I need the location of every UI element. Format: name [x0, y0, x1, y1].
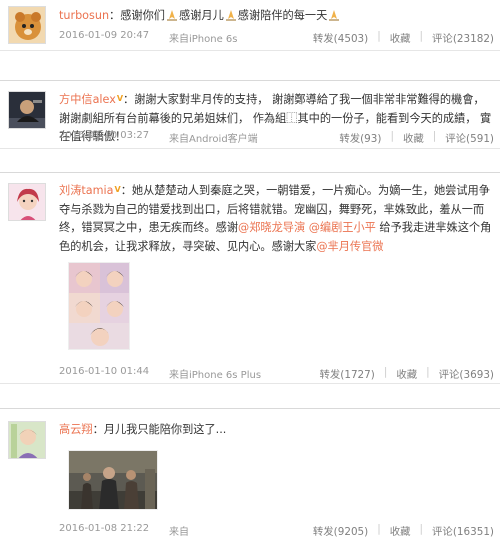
repost-button[interactable]: 转发(9205)	[313, 523, 368, 538]
repost-button[interactable]: 转发(4503)	[313, 30, 368, 45]
username[interactable]: turbosun	[59, 9, 109, 22]
avatar[interactable]	[8, 91, 46, 129]
post-text: 感谢月儿	[179, 9, 224, 22]
post-time[interactable]: 2016-01-08 21:22	[59, 523, 149, 534]
avatar[interactable]	[8, 6, 46, 44]
favorite-button[interactable]: 收藏	[403, 130, 424, 145]
comment-button[interactable]: 评论(591)	[445, 130, 494, 145]
post-time[interactable]: 2016-01-10 01:44	[59, 366, 149, 377]
repost-button[interactable]: 转发(1727)	[320, 366, 375, 381]
divider	[0, 383, 500, 384]
pray-icon	[225, 9, 237, 21]
divider	[0, 172, 500, 173]
username[interactable]: 方中信alex	[59, 93, 116, 106]
username[interactable]: 高云翔	[59, 423, 93, 436]
comment-button[interactable]: 评论(23182)	[432, 30, 494, 45]
pray-icon	[328, 9, 340, 21]
mention-link[interactable]: @郑晓龙导演	[238, 221, 305, 234]
favorite-button[interactable]: 收藏	[390, 30, 411, 45]
avatar[interactable]	[8, 421, 46, 459]
comment-button[interactable]: 评论(3693)	[439, 366, 494, 381]
divider	[0, 148, 500, 149]
post-text: 感谢陪伴的每一天	[237, 9, 328, 22]
favorite-button[interactable]: 收藏	[396, 366, 417, 381]
post-source: 来自iPhone 6s Plus	[169, 370, 262, 381]
mention-link[interactable]: @芈月传官微	[316, 240, 383, 253]
username[interactable]: 刘涛tamia	[59, 184, 113, 197]
post-source: 来自	[169, 527, 189, 538]
avatar[interactable]	[8, 183, 46, 221]
post-image[interactable]	[68, 450, 158, 510]
divider	[0, 80, 500, 81]
post-image[interactable]	[68, 262, 130, 350]
post-source: 来自Android客户端	[169, 134, 258, 145]
divider	[0, 50, 500, 51]
post-time[interactable]: 2016-01-10 03:27	[59, 130, 149, 141]
repost-button[interactable]: 转发(93)	[339, 130, 381, 145]
favorite-button[interactable]: 收藏	[390, 523, 411, 538]
post-source: 来自iPhone 6s	[169, 34, 238, 45]
comment-button[interactable]: 评论(16351)	[432, 523, 494, 538]
divider	[0, 408, 500, 409]
post-text: ：感谢你们	[109, 9, 165, 22]
mention-link[interactable]: @编剧王小平	[309, 221, 376, 234]
post-text: ：月儿我只能陪你到这了...	[92, 423, 227, 436]
post-time[interactable]: 2016-01-09 20:47	[59, 30, 149, 41]
pray-icon	[166, 9, 178, 21]
